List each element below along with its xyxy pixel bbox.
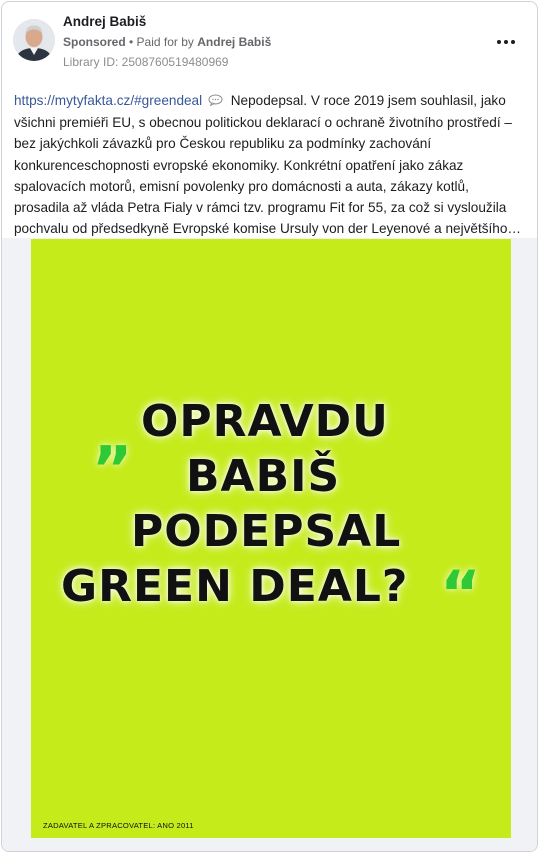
- sponsored-label[interactable]: Sponsored: [63, 35, 126, 49]
- payer-name: Andrej Babiš: [197, 35, 272, 49]
- ad-post-card: Andrej Babiš Sponsored • Paid for by And…: [1, 1, 538, 852]
- profile-photo: [13, 19, 55, 61]
- open-quote-mark: „: [93, 399, 134, 472]
- headline-line: PODEPSAL: [131, 506, 402, 557]
- speech-bubble-icon: [208, 91, 223, 112]
- page-name[interactable]: Andrej Babiš: [63, 14, 146, 29]
- post-body-text: Nepodepsal. V roce 2019 jsem souhlasil, …: [14, 93, 522, 237]
- headline-line: GREEN DEAL?: [61, 561, 409, 612]
- more-dot-icon: [504, 40, 508, 44]
- more-options-button[interactable]: [491, 30, 521, 54]
- close-quote-mark: “: [440, 557, 481, 630]
- library-id: Library ID: 2508760519480969: [63, 55, 229, 69]
- more-dot-icon: [497, 40, 501, 44]
- headline-line: BABIŠ: [186, 451, 341, 502]
- post-header: Andrej Babiš Sponsored • Paid for by And…: [2, 2, 537, 78]
- ad-media[interactable]: „ OPRAVDU BABIŠ PODEPSAL GREEN DEAL? “ Z…: [2, 238, 537, 851]
- paid-for-prefix: • Paid for by: [125, 35, 198, 49]
- sponsored-line: Sponsored • Paid for by Andrej Babiš: [63, 35, 271, 49]
- more-dot-icon: [511, 40, 515, 44]
- headline-line: OPRAVDU: [141, 396, 389, 447]
- avatar[interactable]: [13, 19, 55, 61]
- ad-credit: ZADAVATEL A ZPRACOVATEL: ANO 2011: [43, 821, 194, 830]
- ad-creative-image: „ OPRAVDU BABIŠ PODEPSAL GREEN DEAL? “ Z…: [31, 239, 511, 838]
- post-body: https://mytyfakta.cz/#greendeal Nepodeps…: [14, 90, 526, 239]
- post-link[interactable]: https://mytyfakta.cz/#greendeal: [14, 93, 202, 108]
